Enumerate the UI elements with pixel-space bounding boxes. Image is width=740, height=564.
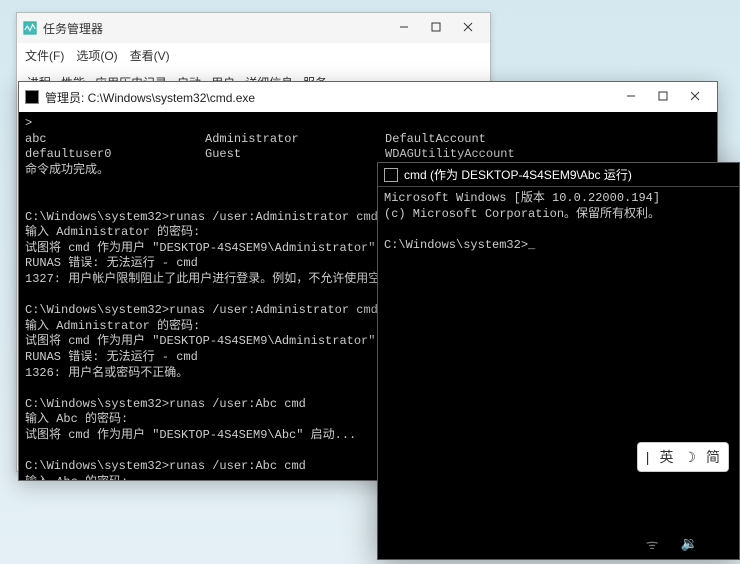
system-tray: ᯤ 🔉 (646, 535, 698, 554)
menu-options[interactable]: 选项(O) (76, 47, 117, 64)
cmd-user-titlebar[interactable]: cmd (作为 DESKTOP-4S4SEM9\Abc 运行) (378, 163, 739, 187)
close-button[interactable] (452, 21, 484, 35)
cmd-icon (25, 90, 39, 104)
ime-lang[interactable]: 英 (659, 447, 673, 467)
cmd-admin-title: 管理员: C:\Windows\system32\cmd.exe (45, 89, 615, 106)
menu-view[interactable]: 查看(V) (130, 47, 170, 64)
maximize-button[interactable] (647, 90, 679, 104)
minimize-button[interactable] (615, 90, 647, 104)
task-manager-titlebar[interactable]: 任务管理器 (17, 13, 490, 43)
cmd-user-output[interactable]: Microsoft Windows [版本 10.0.22000.194] (c… (378, 187, 739, 559)
close-button[interactable] (679, 90, 711, 104)
sound-icon[interactable]: 🔉 (681, 535, 698, 554)
network-icon[interactable]: ᯤ (646, 535, 659, 554)
moon-icon[interactable]: ☽ (683, 449, 696, 466)
maximize-button[interactable] (420, 21, 452, 35)
cmd-admin-titlebar[interactable]: 管理员: C:\Windows\system32\cmd.exe (19, 82, 717, 112)
minimize-button[interactable] (388, 21, 420, 35)
menu-file[interactable]: 文件(F) (25, 47, 64, 64)
cmd-user-window[interactable]: cmd (作为 DESKTOP-4S4SEM9\Abc 运行) Microsof… (377, 162, 740, 560)
ime-indicator[interactable]: | 英 ☽ 简 (637, 442, 729, 472)
ime-sep: | (646, 449, 650, 465)
task-manager-title: 任务管理器 (43, 20, 388, 37)
ime-mode[interactable]: 简 (706, 447, 720, 467)
menubar: 文件(F) 选项(O) 查看(V) (17, 43, 490, 68)
taskmgr-icon (23, 21, 37, 35)
cmd-icon (384, 168, 398, 182)
cmd-user-title: cmd (作为 DESKTOP-4S4SEM9\Abc 运行) (404, 166, 733, 183)
